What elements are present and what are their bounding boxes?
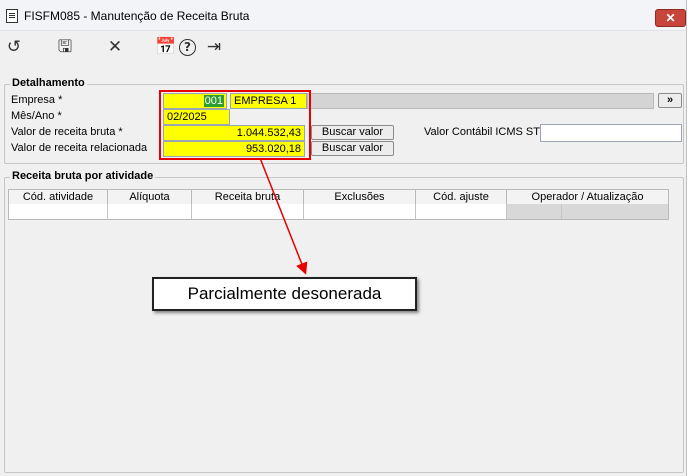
right-edge — [687, 30, 692, 470]
annotation-callout: Parcialmente desonerada — [152, 277, 417, 311]
arrow-line — [259, 157, 308, 275]
annotation-arrow — [259, 157, 308, 275]
